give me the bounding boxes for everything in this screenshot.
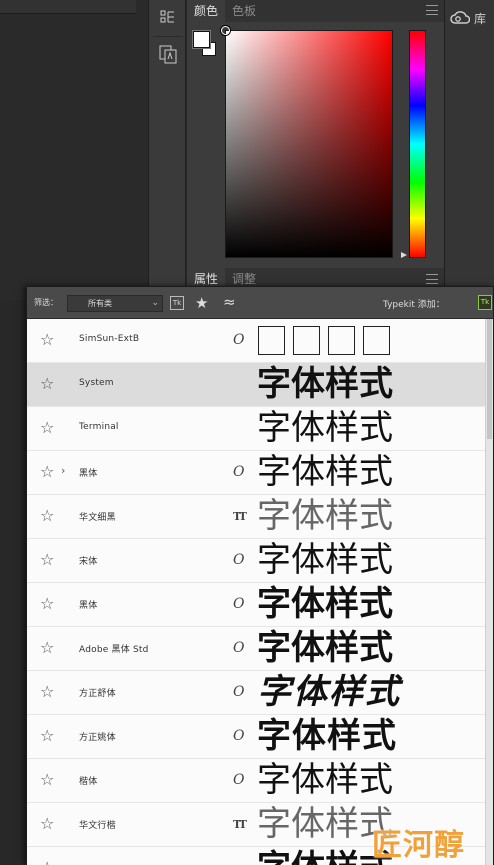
font-name: 黑体 <box>79 601 98 611</box>
favorite-star-icon[interactable]: ☆ <box>40 506 54 525</box>
favorite-star-icon[interactable]: ☆ <box>40 418 54 437</box>
favorite-star-icon[interactable]: ☆ <box>40 770 54 789</box>
font-name: SimSun-ExtB <box>79 334 140 344</box>
truetype-icon: TT <box>233 510 247 523</box>
opentype-icon: O <box>233 684 245 700</box>
opentype-icon: O <box>233 552 245 568</box>
color-panel-tabs: 颜色 色板 <box>187 0 444 22</box>
font-preview-sample: 字体样式 <box>257 452 393 492</box>
font-name: 方正姚体 <box>79 733 116 743</box>
font-row[interactable]: ☆ Terminal 字体样式 <box>27 407 487 451</box>
opentype-icon: O <box>233 596 245 612</box>
font-name: 方正舒体 <box>79 689 116 699</box>
font-row[interactable]: ☆ › 黑体 O 字体样式 <box>27 451 487 495</box>
favorite-star-icon[interactable]: ☆ <box>40 726 54 745</box>
history-icon[interactable] <box>156 6 180 30</box>
favorites-filter-star-icon[interactable]: ★ <box>195 294 208 312</box>
libraries-label: 库 <box>474 11 487 26</box>
font-name: 楷体 <box>79 777 98 787</box>
opentype-icon: O <box>233 640 245 656</box>
hue-slider[interactable] <box>409 30 426 258</box>
font-preview-sample: 字体样式 <box>257 364 393 404</box>
favorite-star-icon[interactable]: ☆ <box>40 374 54 393</box>
tab-color[interactable]: 颜色 <box>187 0 226 22</box>
font-preview-sample: 字体样式 <box>257 540 393 580</box>
truetype-icon: TT <box>233 818 247 831</box>
opentype-icon: O <box>233 728 245 744</box>
document-canvas[interactable] <box>0 0 148 300</box>
font-name: 宋体 <box>79 557 98 567</box>
opentype-icon: O <box>233 464 245 480</box>
opentype-icon: O <box>233 332 245 348</box>
scrollbar-thumb[interactable] <box>487 319 492 439</box>
favorite-star-icon[interactable]: ☆ <box>40 330 54 349</box>
font-row[interactable]: ☆ SimSun-ExtB O <box>27 319 487 363</box>
typekit-add-icon[interactable]: Tk <box>478 295 492 310</box>
color-swatches <box>192 30 219 59</box>
font-filter-toolbar: 筛选： 所有类 ⌄ Tk ★ ≈ Typekit 添加： Tk <box>27 287 493 319</box>
font-preview-sample: 字体样式 <box>257 672 401 712</box>
font-row[interactable]: ☆ 方正舒体 O 字体样式 <box>27 671 487 715</box>
font-name: 黑体 <box>79 469 98 479</box>
font-name: 华文细黑 <box>79 513 116 523</box>
font-preview-sample: 字体样式 <box>257 628 393 668</box>
font-name: System <box>79 378 114 388</box>
font-name: Adobe 黑体 Std <box>79 645 149 655</box>
font-preview-sample: 字体样式 <box>257 408 393 448</box>
font-row[interactable]: ☆ 宋体 O 字体样式 <box>27 539 487 583</box>
favorite-star-icon[interactable]: ☆ <box>40 858 54 865</box>
hue-slider-handle[interactable] <box>401 252 407 258</box>
color-panel: 颜色 色板 <box>187 0 444 268</box>
libraries-strip: 库 <box>444 0 494 290</box>
favorite-star-icon[interactable]: ☆ <box>40 682 54 701</box>
favorite-star-icon[interactable]: ☆ <box>40 594 54 613</box>
font-preview-sample: 字体样式 <box>257 584 393 624</box>
font-row[interactable]: ☆ Adobe 黑体 Std O 字体样式 <box>27 627 487 671</box>
font-name: Terminal <box>79 422 119 432</box>
font-row[interactable]: ☆ System 字体样式 <box>27 363 487 407</box>
similar-fonts-icon[interactable]: ≈ <box>223 293 236 311</box>
watermark-text: 匠河醇坊 <box>372 828 465 863</box>
typekit-add-label: Typekit 添加： <box>383 300 445 310</box>
favorite-star-icon[interactable]: ☆ <box>40 638 54 657</box>
glyphs-icon[interactable] <box>156 42 180 66</box>
missing-glyph-box <box>363 326 390 355</box>
font-row[interactable]: ☆ 黑体 O 字体样式 <box>27 583 487 627</box>
opentype-icon: O <box>233 772 245 788</box>
font-list[interactable]: ☆ SimSun-ExtB O ☆ System 字体样式 ☆ Terminal 字体样式 ☆ › 黑… <box>27 319 487 865</box>
typekit-filter-icon[interactable]: Tk <box>170 296 184 310</box>
favorite-star-icon[interactable]: ☆ <box>40 462 54 481</box>
document-tab-bar <box>0 0 136 14</box>
font-name: 华文行楷 <box>79 821 116 831</box>
font-row[interactable]: ☆ 华文细黑 TT 字体样式 <box>27 495 487 539</box>
font-row[interactable]: ☆ 楷体 O 字体样式 <box>27 759 487 803</box>
font-preview-sample: 字体样式 <box>257 496 393 536</box>
filter-label: 筛选： <box>34 298 58 307</box>
font-preview-sample: 字体样式 <box>257 716 397 756</box>
font-family-dropdown: 筛选： 所有类 ⌄ Tk ★ ≈ Typekit 添加： Tk ☆ SimSun-… <box>26 286 494 865</box>
saturation-brightness-field[interactable] <box>221 26 393 258</box>
favorite-star-icon[interactable]: ☆ <box>40 550 54 569</box>
properties-menu-icon[interactable] <box>426 274 438 284</box>
missing-glyph-box <box>258 326 285 355</box>
panel-icon-strip <box>148 0 186 290</box>
missing-glyph-box <box>293 326 320 355</box>
missing-glyph-box <box>328 326 355 355</box>
libraries-button[interactable]: 库 <box>450 8 486 28</box>
favorite-star-icon[interactable]: ☆ <box>40 814 54 833</box>
font-filter-select[interactable]: 所有类 ⌄ <box>67 295 163 312</box>
font-filter-value: 所有类 <box>88 299 112 308</box>
panel-menu-icon[interactable] <box>426 5 438 15</box>
chevron-down-icon: ⌄ <box>151 298 159 308</box>
font-row[interactable]: ☆ 方正姚体 O 字体样式 <box>27 715 487 759</box>
font-preview-sample: 字体样式 <box>257 760 393 800</box>
tab-swatches[interactable]: 色板 <box>225 0 263 22</box>
foreground-color-swatch[interactable] <box>192 30 211 49</box>
expand-chevron-icon[interactable]: › <box>61 464 65 477</box>
creative-cloud-icon <box>450 11 470 24</box>
missing-glyph-preview <box>258 326 390 355</box>
font-list-scrollbar[interactable] <box>485 319 493 865</box>
color-picker-cursor[interactable] <box>221 26 230 35</box>
